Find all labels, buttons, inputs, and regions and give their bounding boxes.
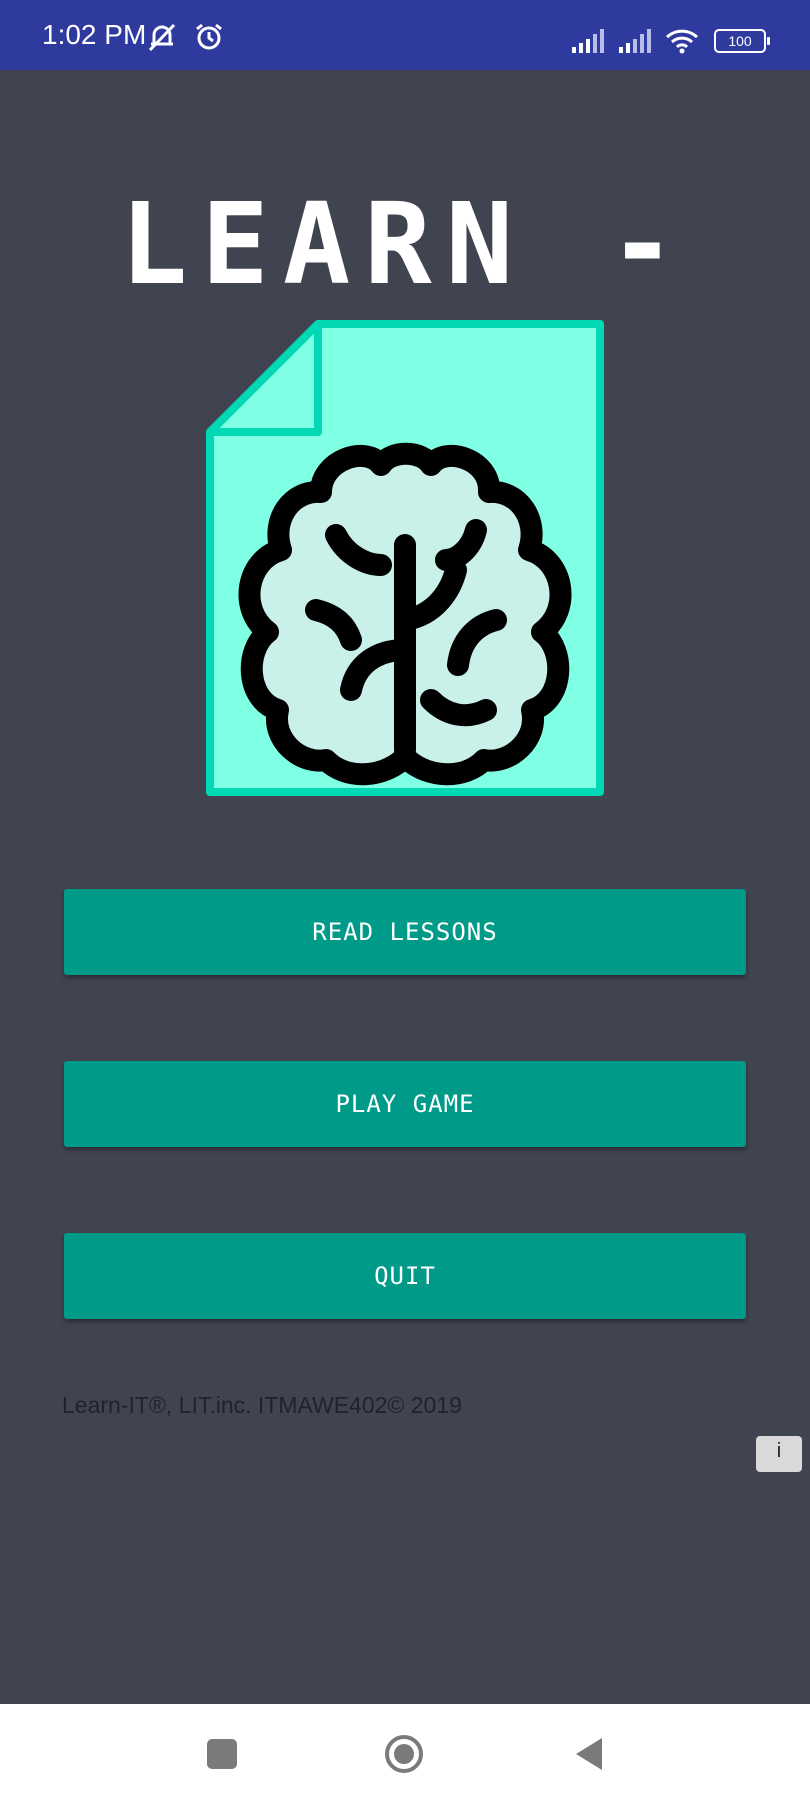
square-icon[interactable] bbox=[202, 1734, 242, 1774]
battery-icon: 100 bbox=[714, 29, 770, 53]
copyright-text: Learn-IT®, LIT.inc. ITMAWE402© 2019 bbox=[62, 1392, 462, 1418]
status-bar: 1:02 PM 100 bbox=[0, 0, 810, 70]
brain-document-icon bbox=[206, 320, 604, 796]
play-game-button[interactable]: PLAY GAME bbox=[64, 1061, 746, 1147]
status-left-icons bbox=[146, 22, 225, 56]
navigation-bar bbox=[0, 1704, 810, 1800]
quit-button[interactable]: QUIT bbox=[64, 1233, 746, 1319]
wifi-icon bbox=[665, 29, 698, 54]
signal-icon bbox=[571, 29, 604, 53]
circle-home-icon[interactable] bbox=[384, 1734, 424, 1774]
back-triangle-icon[interactable] bbox=[568, 1734, 608, 1774]
alarm-icon bbox=[196, 23, 223, 50]
read-lessons-button[interactable]: READ LESSONS bbox=[64, 889, 746, 975]
status-right-icons: 100 bbox=[565, 28, 770, 58]
status-time: 1:02 PM bbox=[42, 19, 147, 50]
mute-bell-icon bbox=[148, 23, 176, 52]
signal-icon bbox=[618, 29, 651, 53]
info-button[interactable]: i bbox=[756, 1436, 802, 1472]
